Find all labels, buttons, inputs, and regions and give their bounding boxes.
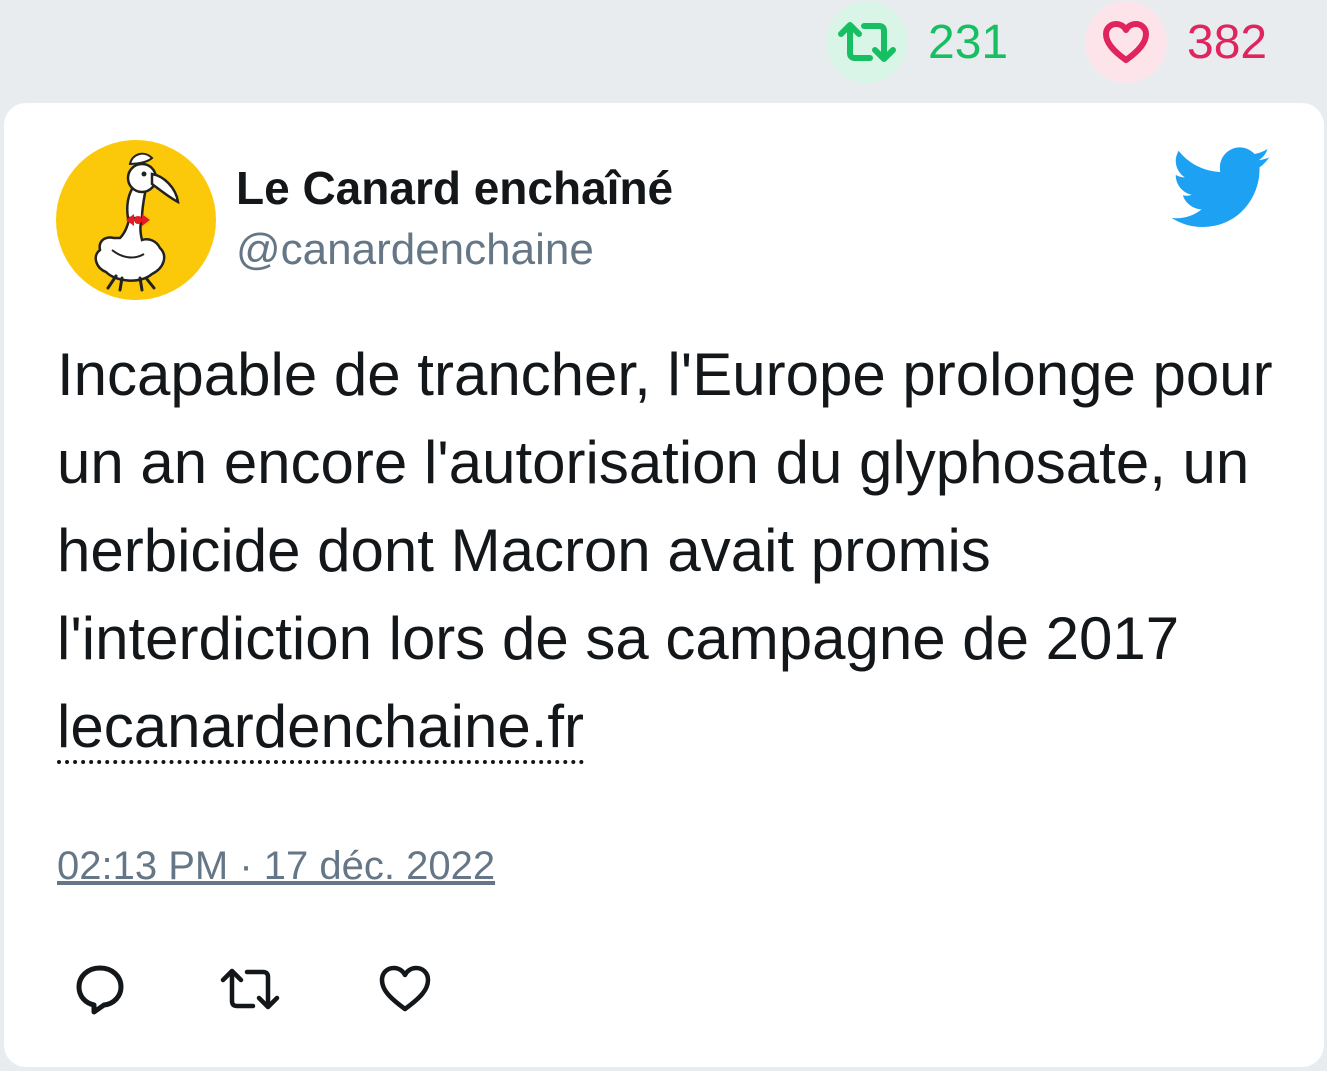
retweet-count: 231	[928, 15, 1009, 69]
avatar[interactable]	[56, 140, 216, 300]
heart-icon	[1103, 21, 1149, 63]
reply-button[interactable]	[74, 963, 126, 1020]
tweet-text: Incapable de trancher, l'Europe prolonge…	[57, 341, 1273, 672]
tweet-body: Incapable de trancher, l'Europe prolonge…	[57, 331, 1287, 771]
like-button[interactable]	[378, 963, 432, 1020]
retweet-icon	[220, 968, 280, 1010]
duck-logo-icon	[94, 152, 180, 292]
retweet-stat-icon-bubble	[826, 1, 908, 83]
tweet-card: Le Canard enchaîné @canardenchaine Incap…	[4, 103, 1324, 1067]
heart-icon	[379, 965, 431, 1012]
tweet-link[interactable]: lecanardenchaine.fr	[57, 693, 585, 764]
reply-icon	[76, 965, 124, 1015]
retweet-button[interactable]	[218, 963, 282, 1020]
tweet-timestamp[interactable]: 02:13 PM · 17 déc. 2022	[57, 844, 495, 889]
like-count: 382	[1187, 15, 1268, 69]
like-stat-icon-bubble	[1085, 1, 1167, 83]
twitter-bird-icon[interactable]	[1171, 147, 1272, 234]
retweet-icon	[838, 22, 896, 62]
author-handle[interactable]: @canardenchaine	[236, 225, 594, 275]
tweet-stats-bar: 231 382	[0, 0, 1327, 100]
retweet-count-stat[interactable]: 231	[826, 0, 1008, 84]
author-display-name[interactable]: Le Canard enchaîné	[236, 161, 673, 215]
like-count-stat[interactable]: 382	[1085, 0, 1267, 84]
